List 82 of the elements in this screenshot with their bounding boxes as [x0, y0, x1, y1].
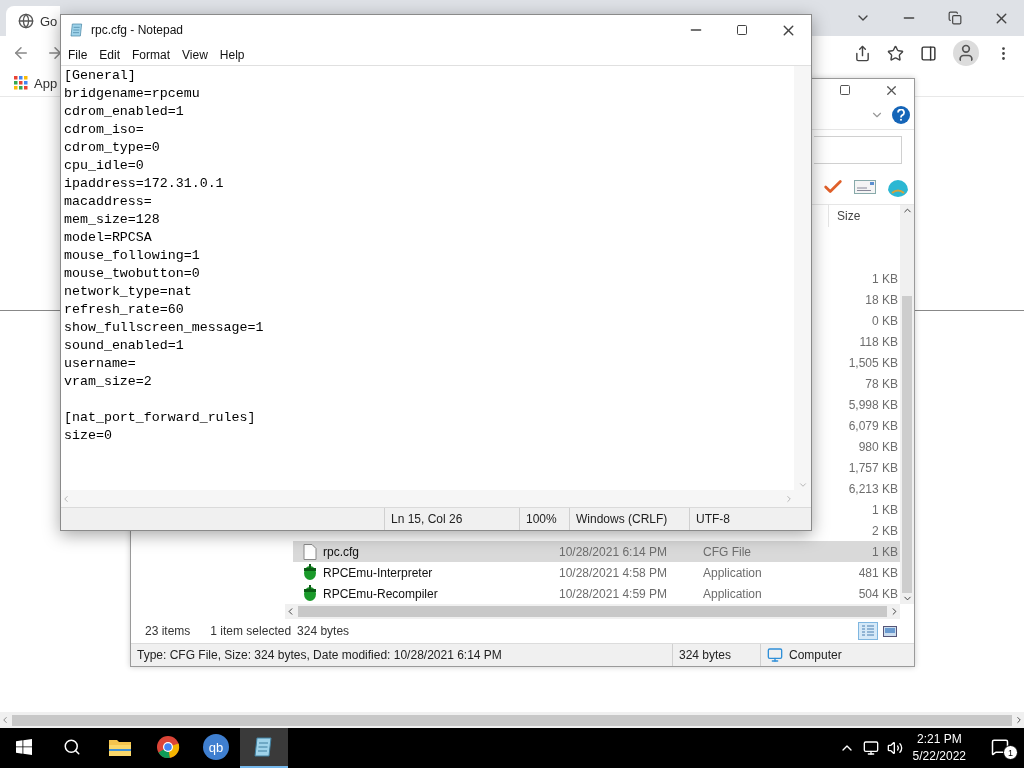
file-type: Application — [703, 586, 762, 601]
acorn-icon — [303, 564, 317, 581]
envelope-icon[interactable] — [854, 180, 876, 194]
cursor-position: Ln 15, Col 26 — [391, 512, 463, 526]
file-size: 1 KB — [872, 502, 898, 517]
acorn-icon — [303, 585, 317, 602]
search-icon[interactable] — [63, 738, 81, 756]
item-count: 23 items — [145, 624, 191, 638]
file-type: CFG File — [703, 544, 751, 559]
notification-icon[interactable] — [991, 738, 1009, 756]
side-panel-icon[interactable] — [920, 44, 937, 62]
file-name: RPCEmu-Recompiler — [323, 586, 438, 601]
file-date: 10/28/2021 6:14 PM — [559, 544, 668, 559]
notification-badge: 1 — [1003, 745, 1018, 760]
file-type: Application — [703, 565, 762, 580]
scrollbar-thumb[interactable] — [12, 714, 1012, 726]
line-endings: Windows (CRLF) — [576, 512, 668, 526]
back-icon[interactable] — [12, 44, 30, 62]
volume-icon[interactable] — [886, 740, 903, 756]
file-row[interactable]: RPCEmu-Recompiler 10/28/2021 4:59 PM Application 504 KB — [293, 583, 900, 604]
file-size: 1,757 KB — [848, 460, 898, 475]
scrollbar-thumb[interactable] — [902, 296, 912, 593]
file-size: 6,079 KB — [848, 418, 898, 433]
maximize-icon[interactable] — [736, 24, 748, 36]
file-size: 18 KB — [865, 292, 898, 307]
file-name: rpc.cfg — [323, 544, 359, 559]
maximize-icon[interactable] — [839, 84, 851, 96]
folder-icon[interactable] — [108, 737, 132, 757]
menu-item[interactable]: Format — [127, 46, 176, 64]
file-size: 0 KB — [872, 313, 898, 328]
taskbar-app[interactable]: qb — [192, 728, 240, 768]
window-title: rpc.cfg - Notepad — [91, 23, 184, 37]
chrome-icon[interactable] — [156, 735, 180, 759]
file-size: 504 KB — [858, 586, 898, 601]
globe-icon — [18, 13, 34, 29]
browser-tab[interactable]: Go — [6, 6, 60, 36]
notepad-icon — [69, 22, 85, 38]
qbittorrent-icon: qb — [203, 734, 229, 760]
search-field[interactable] — [814, 136, 902, 164]
file-size: 1 KB — [872, 271, 898, 286]
help-icon[interactable] — [892, 106, 910, 124]
file-size: 5,998 KB — [848, 397, 898, 412]
file-size: 78 KB — [865, 376, 898, 391]
selection-count: 1 item selected — [210, 624, 292, 638]
file-size: 980 KB — [858, 439, 898, 454]
file-date: 10/28/2021 4:59 PM — [559, 586, 668, 601]
file-size: 2 KB — [872, 523, 898, 538]
windows-logo-icon[interactable] — [16, 739, 32, 755]
selection-size: 324 bytes — [297, 624, 350, 638]
file-name: RPCEmu-Interpreter — [323, 565, 433, 580]
network-icon[interactable] — [862, 740, 879, 756]
file-size: 481 KB — [858, 565, 898, 580]
scroll-right-icon[interactable] — [1014, 715, 1024, 725]
star-icon[interactable] — [887, 44, 904, 62]
notification-button[interactable]: 1 — [976, 728, 1024, 768]
file-size: 1,505 KB — [848, 355, 898, 370]
bookmark-link[interactable]: App — [34, 75, 58, 91]
restore-icon[interactable] — [948, 11, 962, 25]
apps-grid-icon[interactable] — [14, 76, 28, 90]
profile-icon[interactable] — [953, 40, 979, 66]
file-row[interactable]: RPCEmu-Interpreter 10/28/2021 4:58 PM Application 481 KB — [293, 562, 900, 583]
share-icon[interactable] — [854, 44, 871, 62]
clock[interactable]: 2:21 PM 5/22/2022 — [902, 731, 976, 765]
file-size: 1 KB — [872, 544, 898, 559]
file-date: 10/28/2021 4:58 PM — [559, 565, 668, 580]
file-row[interactable]: rpc.cfg 10/28/2021 6:14 PM CFG File 1 KB — [293, 541, 900, 562]
file-size: 6,213 KB — [848, 481, 898, 496]
menu-item[interactable]: File — [63, 46, 93, 64]
menu-item[interactable]: Edit — [94, 46, 126, 64]
scrollbar-thumb[interactable] — [298, 606, 887, 617]
location-label: Computer — [789, 648, 842, 662]
encoding: UTF-8 — [696, 512, 730, 526]
document-icon — [303, 543, 317, 560]
status-size: 324 bytes — [679, 648, 732, 662]
menu-item[interactable]: Help — [214, 46, 250, 64]
taskbar-app[interactable] — [240, 728, 288, 768]
text-editor[interactable]: [General] bridgename=rpcemu cdrom_enabled=1 cdrom_iso= cdrom_type=0 cpu_idle=0 ipaddress=172.31.0.1 macaddress= mem_size=128 model=RPCSA mouse_following=1 mouse_twobutton=0 network_type=nat refresh_rate=60 show_fullscreen_message=1 sound_enabled=1 username= vram_size=2 [nat_port_forward_rules] size=0 — [61, 66, 794, 490]
file-size: 118 KB — [859, 334, 898, 349]
menu-item[interactable]: View — [177, 46, 213, 64]
computer-icon — [767, 647, 783, 663]
zoom-level: 100% — [526, 512, 557, 526]
file-details: Type: CFG File, Size: 324 bytes, Date modified: 10/28/2021 6:14 PM — [137, 648, 502, 662]
